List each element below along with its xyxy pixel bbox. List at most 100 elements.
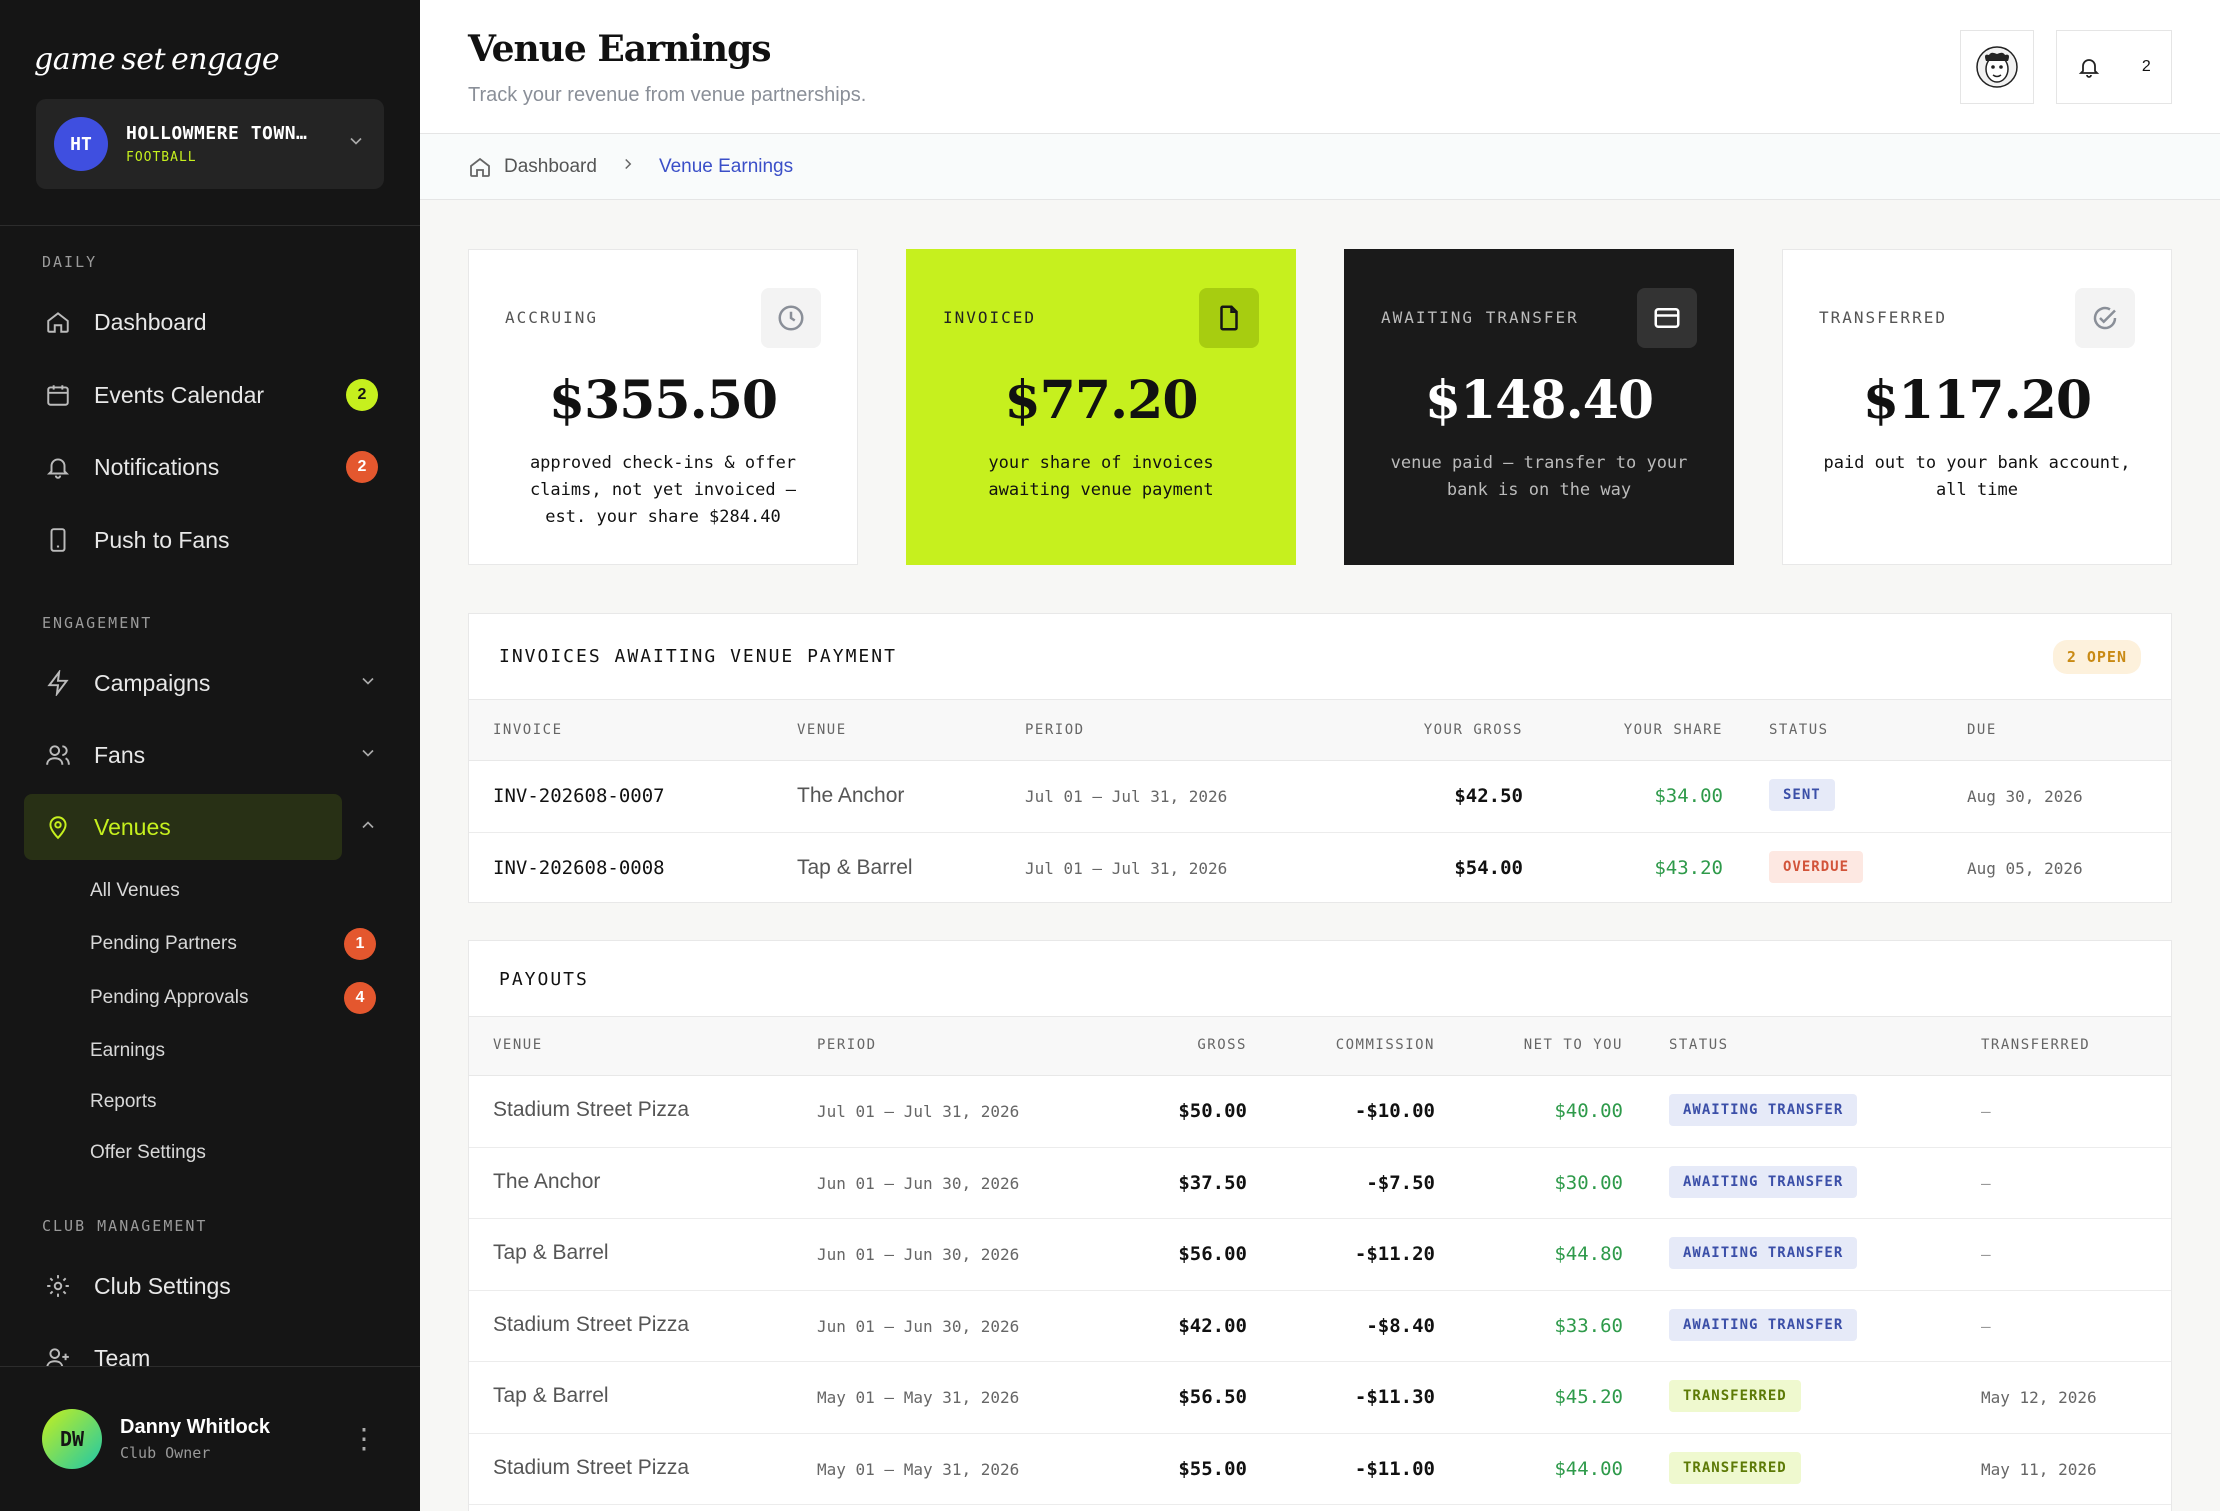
page-subtitle: Track your revenue from venue partnershi… <box>468 84 867 106</box>
status-badge: TRANSFERRED <box>1669 1451 1801 1484</box>
table-row[interactable]: INV-202608-0008 Tap & Barrel Jul 01 — Ju… <box>469 833 2171 904</box>
status-badge: AWAITING TRANSFER <box>1669 1094 1858 1126</box>
brand-logo[interactable]: game set engage <box>34 42 285 77</box>
column-header: COMMISSION <box>1335 1037 1435 1053</box>
gross: $56.00 <box>1178 1243 1247 1265</box>
bell-icon <box>44 453 72 481</box>
sidebar-subitem-pending-partners[interactable]: Pending Partners <box>90 933 237 955</box>
table-row[interactable]: The Anchor Jun 01 — Jun 30, 2026 $37.50 -$7… <box>469 1148 2171 1219</box>
card-accruing: ACCRUING $355.50 approved check-ins & of… <box>468 249 858 565</box>
card-invoiced: INVOICED $77.20 your share of invoices a… <box>906 249 1296 565</box>
table-row[interactable]: Tap & Barrel Jun 01 — Jun 30, 2026 $56.00 -… <box>469 1219 2171 1291</box>
gross: $37.50 <box>1178 1171 1247 1194</box>
table-row[interactable]: INV-202608-0007 The Anchor Jul 01 — Jul … <box>469 761 2171 833</box>
club-name: HOLLOWMERE TOWN… <box>126 123 308 144</box>
user-profile[interactable]: DW Danny Whitlock Club Owner ⋮ <box>0 1366 420 1511</box>
column-header: STATUS <box>1669 1037 1729 1053</box>
gross: $42.00 <box>1178 1314 1247 1337</box>
table-row[interactable]: Stadium Street Pizza Jun 01 — Jun 30, 202… <box>469 1291 2171 1362</box>
status-badge: TRANSFERRED <box>1669 1380 1801 1412</box>
gross: $56.50 <box>1178 1386 1247 1408</box>
sidebar-subitem-earnings[interactable]: Earnings <box>90 1040 165 1062</box>
table-row[interactable]: Tap & Barrel May 01 — May 31, 2026 $56.50 -… <box>469 1362 2171 1434</box>
card-amount: $77.20 <box>1004 370 1198 431</box>
due-date: Aug 05, 2026 <box>1967 859 2083 878</box>
breadcrumb-current: Venue Earnings <box>658 155 794 177</box>
chevron-up-icon <box>358 814 378 841</box>
column-header: DUE <box>1967 722 1997 738</box>
venue-name: Stadium Street Pizza <box>493 1312 690 1336</box>
credit-card-icon <box>1637 288 1697 348</box>
user-name: Danny Whitlock <box>120 1416 271 1438</box>
sidebar-item-dashboard[interactable]: Dashboard <box>24 289 342 355</box>
venue-name: Tap & Barrel <box>797 856 913 879</box>
lightning-icon <box>44 669 72 697</box>
commission: -$10.00 <box>1354 1100 1435 1122</box>
share: $43.20 <box>1654 857 1723 879</box>
section-engagement: ENGAGEMENT <box>42 614 153 632</box>
transferred-date: — <box>1981 1316 1991 1336</box>
period: Jun 01 — Jun 30, 2026 <box>817 1316 1020 1336</box>
user-avatar-button[interactable] <box>1960 30 2034 104</box>
calendar-icon <box>44 381 72 409</box>
net-to-you: $44.80 <box>1554 1243 1623 1265</box>
sidebar-item-fans[interactable]: Fans <box>24 722 374 788</box>
column-header: PERIOD <box>1025 722 1085 738</box>
gross: $55.00 <box>1178 1457 1247 1480</box>
sidebar-item-label: Notifications <box>94 453 220 480</box>
chevron-right-icon <box>619 155 637 179</box>
sidebar-item-venues[interactable]: Venues <box>24 794 374 860</box>
period: Jun 01 — Jun 30, 2026 <box>817 1245 1020 1264</box>
venue-name: Tap & Barrel <box>493 1241 609 1264</box>
sidebar-subitem-offer-settings[interactable]: Offer Settings <box>90 1142 206 1164</box>
venue-name: The Anchor <box>797 784 905 807</box>
sidebar-item-notifications[interactable]: Notifications 2 <box>24 434 378 500</box>
sidebar-subitem-reports[interactable]: Reports <box>90 1091 157 1113</box>
sidebar-subitem-pending-approvals[interactable]: Pending Approvals <box>90 987 248 1009</box>
gross: $54.00 <box>1454 857 1523 879</box>
payouts-panel: PAYOUTS VENUE PERIOD GROSS COMMISSION NE… <box>468 940 2172 1511</box>
sidebar-item-push-to-fans[interactable]: Push to Fans <box>24 507 342 573</box>
status-badge: AWAITING TRANSFER <box>1669 1308 1858 1341</box>
document-icon <box>1199 288 1259 348</box>
column-header: NET TO YOU <box>1523 1037 1623 1053</box>
card-description: paid out to your bank account, all time <box>1823 453 2131 500</box>
card-amount: $148.40 <box>1424 370 1654 431</box>
page-header: Venue Earnings Track your revenue from v… <box>420 0 2220 134</box>
transferred-date: May 12, 2026 <box>1981 1388 2097 1407</box>
card-label: ACCRUING <box>505 308 599 327</box>
card-amount: $355.50 <box>548 370 778 431</box>
more-vertical-icon[interactable]: ⋮ <box>350 1425 378 1453</box>
sidebar-item-events-calendar[interactable]: Events Calendar 2 <box>24 362 378 428</box>
column-header: INVOICE <box>493 722 563 738</box>
count-badge: 2 <box>346 451 378 483</box>
sidebar-item-club-settings[interactable]: Club Settings <box>24 1253 342 1319</box>
period: Jul 01 — Jul 31, 2026 <box>1025 787 1228 806</box>
sidebar-item-label: Venues <box>94 813 171 840</box>
status-badge: OVERDUE <box>1769 851 1864 883</box>
breadcrumb-home[interactable]: Dashboard <box>504 156 597 178</box>
notifications-button[interactable]: 2 <box>2056 30 2172 104</box>
sidebar-item-campaigns[interactable]: Campaigns <box>24 650 374 716</box>
check-circle-icon <box>2075 288 2135 348</box>
share: $34.00 <box>1654 785 1723 807</box>
net-to-you: $30.00 <box>1554 1171 1623 1194</box>
column-header: STATUS <box>1769 722 1829 738</box>
table-header: VENUE PERIOD GROSS COMMISSION NET TO YOU… <box>469 1016 2171 1076</box>
net-to-you: $45.20 <box>1554 1386 1623 1408</box>
table-row[interactable]: Stadium Street Pizza Jul 01 — Jul 31, 202… <box>469 1076 2171 1148</box>
column-header: VENUE <box>493 1037 543 1053</box>
bell-icon <box>2079 59 2100 78</box>
invoice-id: INV-202608-0007 <box>493 785 665 807</box>
sidebar-item-label: Fans <box>94 741 146 768</box>
sidebar-item-label: Club Settings <box>94 1272 231 1299</box>
section-club-management: CLUB MANAGEMENT <box>42 1217 208 1235</box>
column-header: VENUE <box>797 722 847 738</box>
net-to-you: $33.60 <box>1554 1314 1623 1337</box>
table-row[interactable]: Stadium Street Pizza May 01 — May 31, 202… <box>469 1434 2171 1505</box>
club-switcher[interactable]: HT HOLLOWMERE TOWN… FOOTBALL <box>36 99 384 189</box>
logo-word: game <box>34 42 116 77</box>
chevron-down-icon <box>346 131 366 157</box>
gear-icon <box>44 1272 72 1300</box>
sidebar-subitem-all-venues[interactable]: All Venues <box>90 880 180 902</box>
